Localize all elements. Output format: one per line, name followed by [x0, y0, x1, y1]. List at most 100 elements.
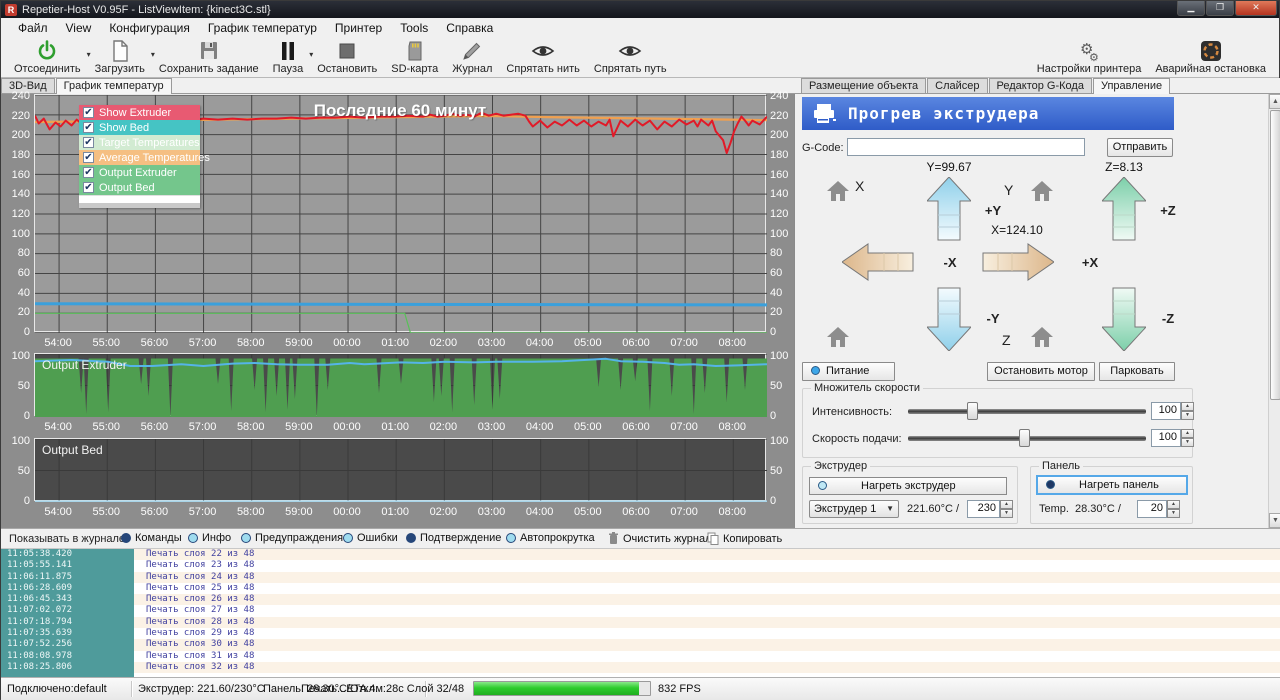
heat-extruder-button[interactable]: Нагреть экструдер	[809, 477, 1007, 495]
emergency-stop-icon	[1199, 39, 1223, 63]
extruder-select[interactable]: ▼Экструдер 1	[809, 500, 899, 518]
clear-log-button[interactable]: Очистить журнал	[608, 532, 712, 545]
log-row: 11:06:45.343Печать слоя 26 из 48	[1, 594, 1280, 605]
x-tick-oe: 58:00	[230, 421, 272, 433]
gcode-input[interactable]	[847, 138, 1085, 156]
eye-icon	[531, 39, 555, 63]
legend-item-Show Bed[interactable]: ✔Show Bed	[79, 120, 200, 135]
toolbar-button-label: SD-карта	[391, 63, 438, 75]
bed-group-title: Панель	[1039, 460, 1083, 472]
scroll-up-button[interactable]: ▲	[1269, 94, 1280, 109]
log-message: Печать слоя 32 из 48	[134, 662, 1280, 673]
toolbar-button-Пауза[interactable]: ▾Пауза	[266, 38, 311, 75]
feedrate-spinner[interactable]: ▲▼	[1181, 429, 1194, 447]
log-row: 11:07:52.256Печать слоя 30 из 48	[1, 639, 1280, 650]
tab-Размещение объекта[interactable]: Размещение объекта	[801, 78, 926, 93]
minimize-button[interactable]: ▁	[1177, 1, 1205, 16]
log-toggle-Предупраждения[interactable]: Предупраждения	[241, 532, 343, 544]
log-toggle-Ошибки[interactable]: Ошибки	[343, 532, 398, 544]
jog-plus-z-button[interactable]: +Z	[1102, 177, 1146, 241]
menu-item-View[interactable]: View	[57, 19, 101, 37]
menu-item-График температур[interactable]: График температур	[199, 19, 326, 37]
feedrate-slider[interactable]	[908, 429, 1146, 447]
copy-log-button[interactable]: Копировать	[707, 532, 782, 545]
legend-item-Target Temperatures[interactable]: ✔Target Temperatures	[79, 135, 200, 150]
toolbar-button-Загрузить[interactable]: ▾Загрузить	[88, 38, 152, 75]
toolbar-button-SD-карта[interactable]: SD-карта	[384, 38, 445, 75]
flow-multiplier-slider[interactable]	[908, 402, 1146, 420]
jog-minus-z-button[interactable]: -Z	[1102, 287, 1146, 351]
stop-motor-button[interactable]: Остановить мотор	[987, 362, 1095, 381]
x-tick-main: 58:00	[230, 337, 272, 349]
heat-bed-button[interactable]: Нагреть панель	[1036, 475, 1188, 495]
tab-Слайсер[interactable]: Слайсер	[927, 78, 987, 93]
title-bar[interactable]: R Repetier-Host V0.95F - ListViewItem: {…	[1, 1, 1279, 18]
svg-text:⚙: ⚙	[1089, 52, 1099, 63]
scroll-thumb[interactable]	[1270, 110, 1280, 400]
legend-item-Output Extruder[interactable]: ✔Output Extruder	[79, 165, 200, 180]
log-toggle-Подтверждение[interactable]: Подтверждение	[406, 532, 501, 544]
log-timestamp: 11:06:45.343	[1, 594, 134, 605]
extruder-target-input[interactable]: 230	[967, 500, 1000, 518]
menu-item-Принтер[interactable]: Принтер	[326, 19, 391, 37]
legend-checkbox[interactable]: ✔	[83, 182, 94, 193]
legend-checkbox[interactable]: ✔	[83, 167, 94, 178]
legend-item-Show Extruder[interactable]: ✔Show Extruder	[79, 105, 200, 120]
log-toggle-Инфо[interactable]: Инфо	[188, 532, 231, 544]
home-x-icon[interactable]	[826, 180, 850, 202]
jog-minus-x-button[interactable]: -X	[842, 242, 914, 282]
power-button[interactable]: Питание	[802, 362, 895, 381]
bed-target-input[interactable]: 20	[1137, 500, 1167, 518]
tab-График температур[interactable]: График температур	[56, 78, 172, 94]
toolbar-button-Настройки принтера[interactable]: ⚙⚙Настройки принтера	[1030, 38, 1149, 75]
flow-multiplier-spinner[interactable]: ▲▼	[1181, 402, 1194, 420]
toolbar: ▾Отсоединить▾ЗагрузитьСохранить задание▾…	[1, 38, 1279, 78]
menu-item-Конфигурация[interactable]: Конфигурация	[100, 19, 199, 37]
restore-button[interactable]: ❐	[1206, 1, 1234, 16]
legend-checkbox[interactable]: ✔	[83, 137, 94, 148]
toolbar-button-Отсоединить[interactable]: ▾Отсоединить	[7, 38, 88, 75]
tab-Управление[interactable]: Управление	[1093, 78, 1170, 94]
legend-checkbox[interactable]: ✔	[83, 107, 94, 118]
x-tick-ob: 58:00	[230, 506, 272, 518]
toolbar-button-Спрятать нить[interactable]: Спрятать нить	[499, 38, 586, 75]
menu-item-Справка[interactable]: Справка	[437, 19, 502, 37]
legend-checkbox[interactable]: ✔	[83, 122, 94, 133]
log-message: Печать слоя 26 из 48	[134, 594, 1280, 605]
jog-plus-x-button[interactable]: +X	[982, 242, 1054, 282]
log-timestamp: 11:08:25.806	[1, 662, 134, 673]
jog-plus-y-button[interactable]: +Y	[927, 177, 971, 241]
toolbar-button-Аварийная остановка[interactable]: Аварийная остановка	[1148, 38, 1273, 75]
log-output[interactable]: 11:05:38.420Печать слоя 22 из 4811:05:55…	[1, 549, 1280, 677]
log-timestamp: 11:07:52.256	[1, 639, 134, 650]
park-button[interactable]: Парковать	[1099, 362, 1175, 381]
feedrate-value[interactable]: 100	[1151, 429, 1181, 447]
menu-item-Tools[interactable]: Tools	[391, 19, 437, 37]
toolbar-button-Журнал[interactable]: Журнал	[445, 38, 499, 75]
legend-checkbox[interactable]: ✔	[83, 152, 94, 163]
close-button[interactable]: ✕	[1235, 1, 1277, 16]
log-toggle-Автопрокрутка[interactable]: Автопрокрутка	[506, 532, 595, 544]
tab-Редактор G-Кода[interactable]: Редактор G-Кода	[989, 78, 1092, 93]
toolbar-button-Остановить[interactable]: Остановить	[310, 38, 384, 75]
legend-item-Output Bed[interactable]: ✔Output Bed	[79, 180, 200, 195]
panel-scrollbar[interactable]: ▲ ▼	[1268, 94, 1280, 528]
y-tick-oe: 50	[2, 380, 30, 392]
toolbar-button-Сохранить задание[interactable]: Сохранить задание	[152, 38, 266, 75]
pencil-icon	[460, 39, 484, 63]
flow-multiplier-value[interactable]: 100	[1151, 402, 1181, 420]
send-gcode-button[interactable]: Отправить	[1107, 138, 1173, 157]
home-y-icon[interactable]	[1030, 180, 1054, 202]
bed-target-spinner[interactable]: ▲▼	[1167, 500, 1180, 518]
jog-minus-y-button[interactable]: -Y	[927, 287, 971, 351]
legend-item-Average Temperatures[interactable]: ✔Average Temperatures	[79, 150, 200, 165]
home-z-icon[interactable]	[1030, 326, 1054, 348]
log-toggle-Команды[interactable]: Команды	[121, 532, 182, 544]
scroll-down-button[interactable]: ▼	[1269, 513, 1280, 528]
extruder-heat-led	[818, 481, 827, 490]
extruder-target-spinner[interactable]: ▲▼	[1000, 500, 1013, 518]
y-tick-main: 100	[2, 228, 30, 240]
menu-item-Файл[interactable]: Файл	[9, 19, 57, 37]
home-all-icon[interactable]	[826, 326, 850, 348]
toolbar-button-Спрятать путь[interactable]: Спрятать путь	[587, 38, 674, 75]
